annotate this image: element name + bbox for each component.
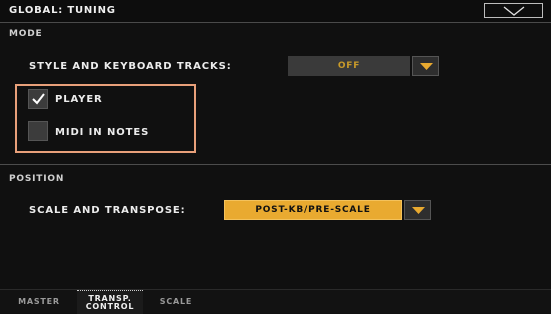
chevron-down-icon xyxy=(503,6,525,16)
tab-scale-label: SCALE xyxy=(159,296,193,306)
tab-transp-control-label-line2: CONTROL xyxy=(85,301,135,311)
scale-transpose-value: POST-KB/PRE-SCALE xyxy=(255,205,371,215)
checkmark-icon xyxy=(32,93,45,105)
scale-transpose-select[interactable]: POST-KB/PRE-SCALE xyxy=(224,200,402,220)
tab-master[interactable]: MASTER xyxy=(8,290,70,313)
tab-bar: MASTER TRANSP. CONTROL SCALE xyxy=(0,289,551,314)
page-header: GLOBAL: TUNING xyxy=(0,0,551,23)
tab-master-label: MASTER xyxy=(18,296,60,306)
style-kb-tracks-select[interactable]: OFF xyxy=(288,56,410,76)
tab-transp-control[interactable]: TRANSP. CONTROL xyxy=(77,290,143,314)
triangle-down-icon xyxy=(420,63,433,70)
page-title: GLOBAL: TUNING xyxy=(9,5,116,16)
style-kb-tracks-dropdown-button[interactable] xyxy=(412,56,439,76)
page-menu-button[interactable] xyxy=(484,3,543,18)
triangle-down-icon xyxy=(412,207,425,214)
section-divider xyxy=(0,164,551,165)
mode-section-label: MODE xyxy=(9,29,43,39)
player-checkbox[interactable] xyxy=(28,89,48,109)
player-label: PLAYER xyxy=(55,94,103,105)
midi-in-notes-label: MIDI IN NOTES xyxy=(55,127,150,138)
midi-in-notes-checkbox[interactable] xyxy=(28,121,48,141)
scale-transpose-dropdown-button[interactable] xyxy=(404,200,431,220)
tab-scale[interactable]: SCALE xyxy=(150,290,202,313)
style-kb-tracks-value: OFF xyxy=(337,61,361,71)
position-section-label: POSITION xyxy=(9,174,65,184)
style-kb-tracks-label: STYLE AND KEYBOARD TRACKS: xyxy=(29,61,232,72)
scale-transpose-label: SCALE AND TRANSPOSE: xyxy=(29,205,186,216)
